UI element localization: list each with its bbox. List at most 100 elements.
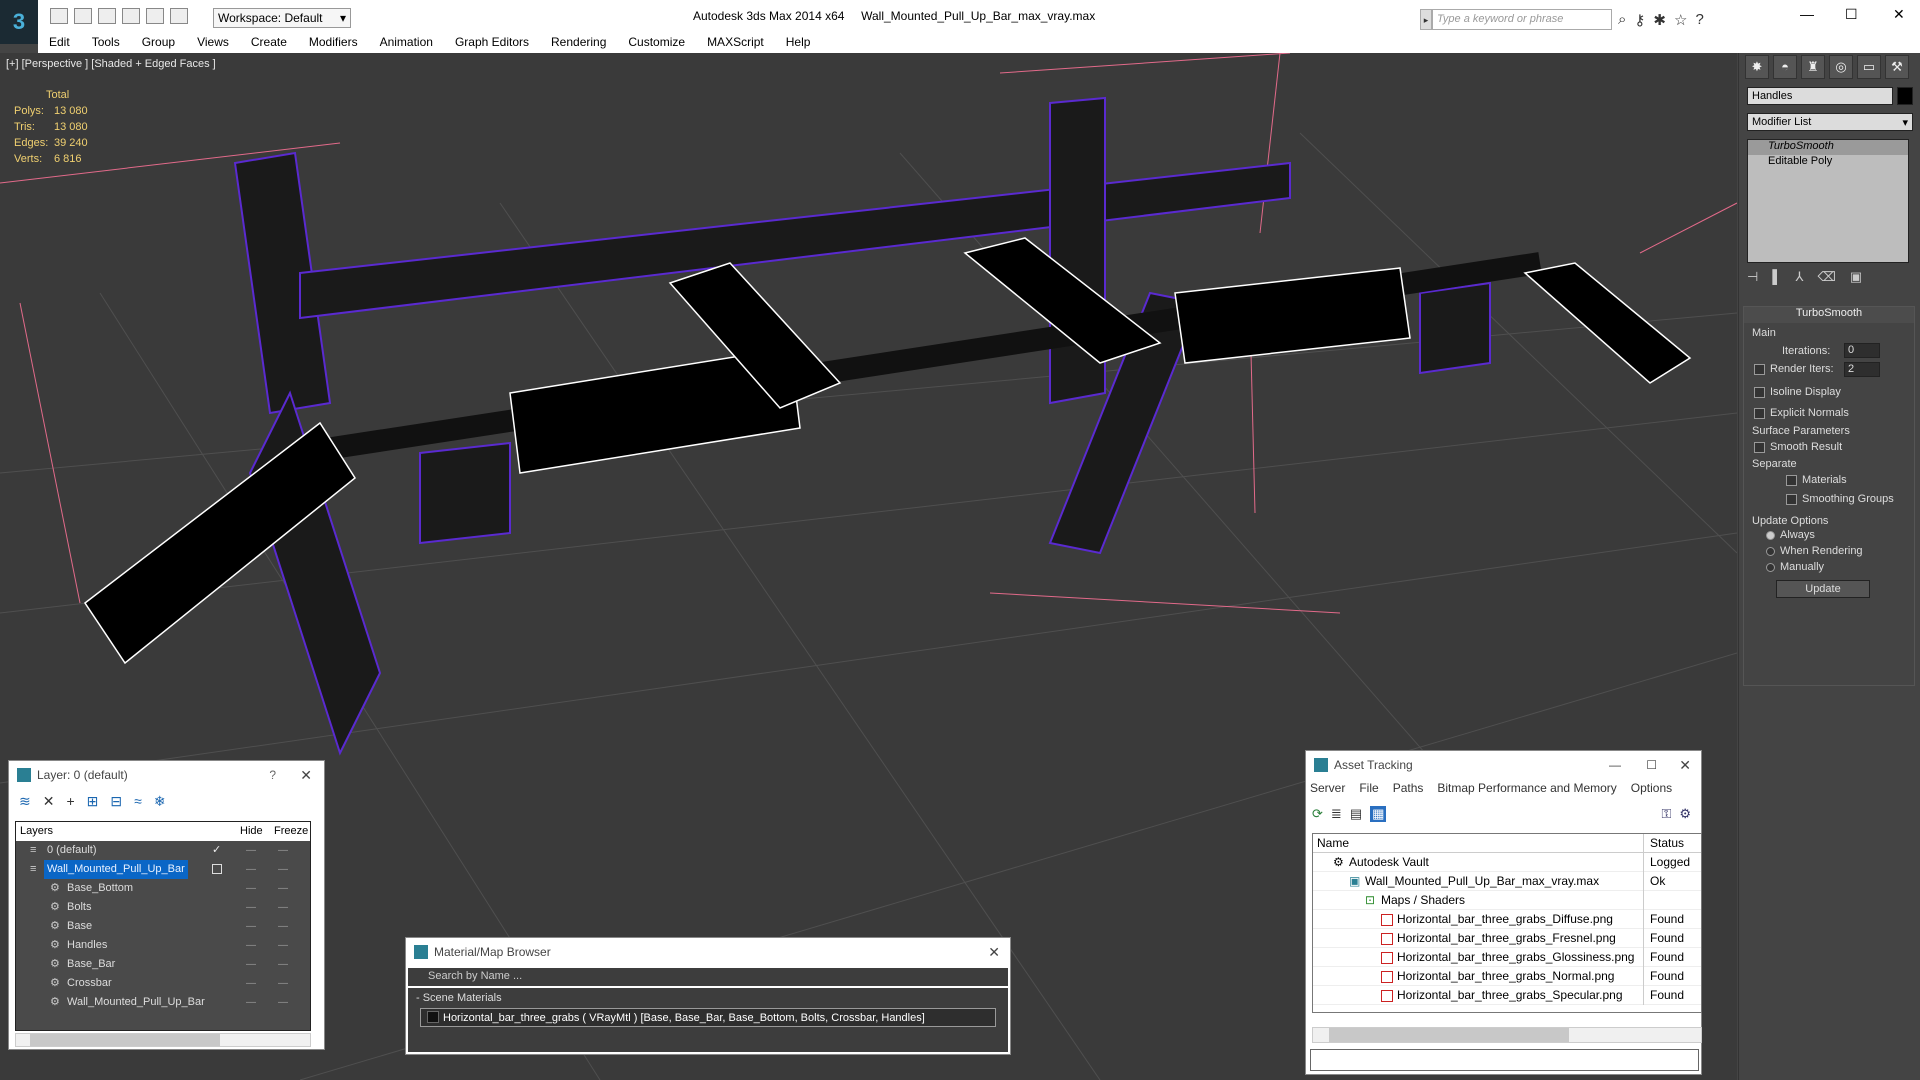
- asset-list[interactable]: Name Status ⚙ Autodesk Vault Logged Ou ▣ Wal…: [1312, 833, 1702, 1013]
- create-tab-icon[interactable]: ✸: [1745, 55, 1769, 79]
- workspace-dropdown[interactable]: Workspace: Default: [213, 8, 351, 28]
- layer-name[interactable]: Base_Bottom: [64, 879, 136, 898]
- list-view-icon[interactable]: ≣: [1331, 806, 1342, 822]
- object-color-swatch[interactable]: [1897, 87, 1913, 105]
- show-end-result-icon[interactable]: ▌: [1772, 269, 1781, 285]
- minimize-button[interactable]: —: [1800, 6, 1814, 22]
- menu-modifiers[interactable]: Modifiers: [298, 33, 369, 53]
- layer-row[interactable]: ⚙ Handles — —: [16, 936, 310, 955]
- menu-animation[interactable]: Animation: [369, 33, 444, 53]
- materials-checkbox[interactable]: [1786, 475, 1797, 486]
- hide-toggle[interactable]: —: [246, 841, 256, 860]
- rollout-title[interactable]: TurboSmooth: [1744, 307, 1914, 323]
- hide-all-icon[interactable]: ≈: [134, 793, 142, 810]
- layer-name[interactable]: Crossbar: [64, 974, 115, 993]
- hide-column-header[interactable]: Hide: [240, 822, 263, 841]
- layer-row[interactable]: ⚙ Crossbar — —: [16, 974, 310, 993]
- refresh-icon[interactable]: ⟳: [1312, 806, 1323, 822]
- utilities-tab-icon[interactable]: ⚒: [1885, 55, 1909, 79]
- freeze-toggle[interactable]: —: [278, 955, 288, 974]
- always-radio[interactable]: [1766, 531, 1775, 540]
- project-folder-icon[interactable]: [170, 8, 188, 24]
- close-material-browser-button[interactable]: ✕: [988, 944, 1000, 961]
- freeze-all-icon[interactable]: ❄: [154, 793, 166, 810]
- save-icon[interactable]: [98, 8, 116, 24]
- layer-row[interactable]: ⚙ Bolts — —: [16, 898, 310, 917]
- menu-help[interactable]: Help: [775, 33, 822, 53]
- freeze-toggle[interactable]: —: [278, 917, 288, 936]
- layer-row[interactable]: ≡ 0 (default) — — ✓: [16, 841, 310, 860]
- update-button[interactable]: Update: [1776, 580, 1870, 598]
- vault-login-icon[interactable]: ⚿: [1661, 806, 1671, 822]
- asset-row[interactable]: Horizontal_bar_three_grabs_Fresnel.png Fo…: [1313, 929, 1701, 948]
- name-column-header[interactable]: Name: [1313, 836, 1349, 850]
- layer-name[interactable]: Wall_Mounted_Pull_Up_Bar: [64, 993, 208, 1012]
- hide-toggle[interactable]: —: [246, 974, 256, 993]
- pin-stack-icon[interactable]: ⊣: [1747, 269, 1758, 285]
- hide-toggle[interactable]: —: [246, 917, 256, 936]
- layer-row[interactable]: ⚙ Base_Bar — —: [16, 955, 310, 974]
- layer-name[interactable]: Bolts: [64, 898, 94, 917]
- menu-views[interactable]: Views: [186, 33, 240, 53]
- material-search-input[interactable]: Search by Name ...: [408, 968, 1008, 986]
- make-unique-icon[interactable]: ⅄: [1796, 269, 1804, 285]
- motion-tab-icon[interactable]: ◎: [1829, 55, 1853, 79]
- modifier-list-dropdown[interactable]: Modifier List ▾: [1747, 113, 1913, 131]
- asset-menu-paths[interactable]: Paths: [1393, 781, 1424, 795]
- modify-tab-icon[interactable]: ◓: [1773, 55, 1797, 79]
- asset-path-field[interactable]: [1310, 1049, 1699, 1071]
- scene-materials-header[interactable]: - Scene Materials: [408, 988, 1008, 1008]
- smoothing-groups-checkbox[interactable]: [1786, 494, 1797, 505]
- asset-menu-server[interactable]: Server: [1310, 781, 1345, 795]
- smooth-result-checkbox[interactable]: [1754, 442, 1765, 453]
- freeze-toggle[interactable]: —: [278, 936, 288, 955]
- layers-column-header[interactable]: Layers: [20, 825, 53, 837]
- layer-row[interactable]: ≡ Wall_Mounted_Pull_Up_Bar — —: [16, 860, 310, 879]
- asset-row[interactable]: ⊡ Maps / Shaders: [1313, 891, 1701, 910]
- asset-row[interactable]: Horizontal_bar_three_grabs_Diffuse.png Fo…: [1313, 910, 1701, 929]
- help-button[interactable]: ?: [269, 768, 276, 782]
- layer-name[interactable]: Handles: [64, 936, 110, 955]
- layer-row[interactable]: ⚙ Base_Bottom — —: [16, 879, 310, 898]
- open-file-icon[interactable]: [74, 8, 92, 24]
- menu-create[interactable]: Create: [240, 33, 298, 53]
- when-rendering-radio[interactable]: [1766, 547, 1775, 556]
- asset-row[interactable]: Horizontal_bar_three_grabs_Normal.png Fou…: [1313, 967, 1701, 986]
- freeze-toggle[interactable]: —: [278, 993, 288, 1012]
- thumbnail-view-icon[interactable]: ▤: [1350, 806, 1362, 822]
- layer-name[interactable]: Wall_Mounted_Pull_Up_Bar: [44, 860, 188, 879]
- communication-icon[interactable]: ✱: [1653, 11, 1666, 29]
- hide-toggle[interactable]: —: [246, 936, 256, 955]
- render-iters-spinner[interactable]: 2: [1844, 362, 1880, 377]
- table-view-icon[interactable]: ▦: [1370, 806, 1387, 822]
- freeze-toggle[interactable]: —: [278, 879, 288, 898]
- menu-edit[interactable]: Edit: [38, 33, 81, 53]
- layer-name[interactable]: Base_Bar: [64, 955, 118, 974]
- freeze-toggle[interactable]: —: [278, 860, 288, 879]
- layer-name[interactable]: Base: [64, 917, 95, 936]
- asset-row[interactable]: ⚙ Autodesk Vault Logged Ou: [1313, 853, 1701, 872]
- freeze-toggle[interactable]: —: [278, 974, 288, 993]
- menu-maxscript[interactable]: MAXScript: [696, 33, 775, 53]
- new-file-icon[interactable]: [50, 8, 68, 24]
- undo-icon[interactable]: [122, 8, 140, 24]
- object-name-input[interactable]: Handles: [1747, 87, 1893, 105]
- isoline-checkbox[interactable]: [1754, 387, 1765, 398]
- create-layer-icon[interactable]: ≋: [19, 793, 31, 810]
- render-iters-checkbox[interactable]: [1754, 364, 1765, 375]
- star-icon[interactable]: ☆: [1674, 11, 1687, 29]
- asset-menu-options[interactable]: Options: [1631, 781, 1672, 795]
- freeze-toggle[interactable]: —: [278, 898, 288, 917]
- asset-maximize-button[interactable]: ☐: [1646, 758, 1657, 772]
- iterations-spinner[interactable]: 0: [1844, 343, 1880, 358]
- viewport-label[interactable]: [+] [Perspective ] [Shaded + Edged Faces…: [6, 58, 216, 70]
- current-layer-check-icon[interactable]: ✓: [212, 841, 221, 860]
- hide-toggle[interactable]: —: [246, 898, 256, 917]
- app-logo-icon[interactable]: 3: [0, 0, 38, 44]
- hide-toggle[interactable]: —: [246, 993, 256, 1012]
- menu-graph-editors[interactable]: Graph Editors: [444, 33, 540, 53]
- add-to-layer-icon[interactable]: +: [66, 793, 74, 810]
- explicit-normals-checkbox[interactable]: [1754, 408, 1765, 419]
- redo-icon[interactable]: [146, 8, 164, 24]
- close-layer-panel-button[interactable]: ✕: [300, 767, 312, 784]
